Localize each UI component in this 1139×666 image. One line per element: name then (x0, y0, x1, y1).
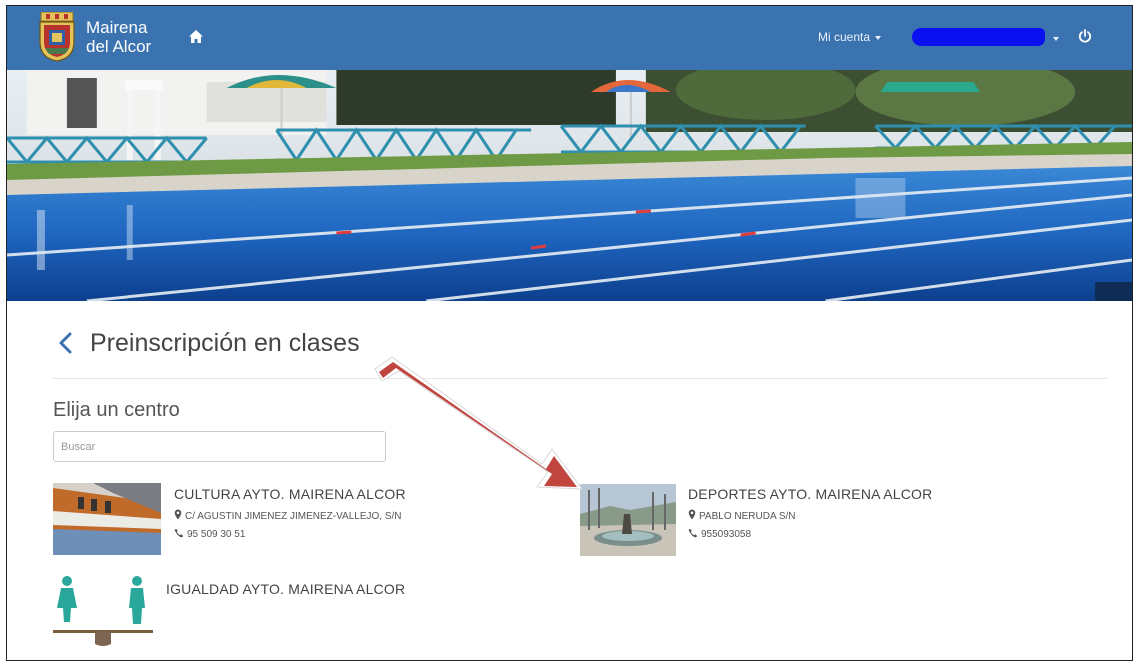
power-icon[interactable] (1077, 28, 1093, 44)
center-thumbnail-cultura (53, 483, 161, 555)
top-navbar: Mairena del Alcor Mi cuenta (7, 6, 1132, 70)
phone-icon (688, 528, 698, 538)
section-subtitle: Elija un centro (53, 399, 180, 421)
center-address-text: PABLO NERUDA S/N (699, 511, 796, 522)
equality-scale-icon (53, 576, 153, 646)
center-phone: 955093058 (688, 528, 751, 540)
account-menu-label: Mi cuenta (818, 30, 871, 44)
center-name: CULTURA AYTO. MAIRENA ALCOR (174, 486, 406, 502)
header-divider (53, 378, 1107, 379)
center-name: IGUALDAD AYTO. MAIRENA ALCOR (166, 581, 406, 597)
center-card-cultura[interactable]: CULTURA AYTO. MAIRENA ALCOR C/ AGUSTIN J… (53, 481, 473, 561)
center-name: DEPORTES AYTO. MAIRENA ALCOR (688, 486, 933, 502)
user-menu-chevron-down-icon[interactable] (1053, 37, 1059, 41)
page-title: Preinscripción en clases (90, 329, 360, 357)
center-phone-text: 95 509 30 51 (187, 529, 246, 540)
center-address-text: C/ AGUSTIN JIMENEZ JIMENEZ-VALLEJO, S/N (185, 511, 402, 522)
search-input[interactable] (53, 431, 386, 462)
municipal-coat-of-arms-logo[interactable] (37, 12, 77, 62)
account-menu[interactable]: Mi cuenta (818, 30, 882, 44)
map-marker-icon (174, 509, 182, 520)
center-card-igualdad[interactable]: IGUALDAD AYTO. MAIRENA ALCOR (53, 574, 473, 654)
redacted-username[interactable] (912, 28, 1045, 46)
swimming-pool-banner-image (7, 70, 1132, 301)
map-marker-icon (688, 509, 696, 520)
center-address: C/ AGUSTIN JIMENEZ JIMENEZ-VALLEJO, S/N (174, 509, 402, 522)
phone-icon (174, 528, 184, 538)
center-card-deportes[interactable]: DEPORTES AYTO. MAIRENA ALCOR PABLO NERUD… (580, 481, 1000, 561)
home-icon[interactable] (187, 28, 205, 46)
brand-name[interactable]: Mairena del Alcor (86, 18, 151, 56)
browser-frame: Mairena del Alcor Mi cuenta Preinscripci… (6, 5, 1133, 661)
center-address: PABLO NERUDA S/N (688, 509, 796, 522)
center-thumbnail-deportes (580, 484, 676, 556)
brand-line-2: del Alcor (86, 37, 152, 56)
brand-line-1: Mairena (86, 18, 148, 37)
center-phone-text: 955093058 (701, 529, 752, 540)
chevron-left-icon[interactable] (57, 331, 75, 355)
center-phone: 95 509 30 51 (174, 528, 245, 540)
chevron-down-icon (875, 35, 882, 40)
